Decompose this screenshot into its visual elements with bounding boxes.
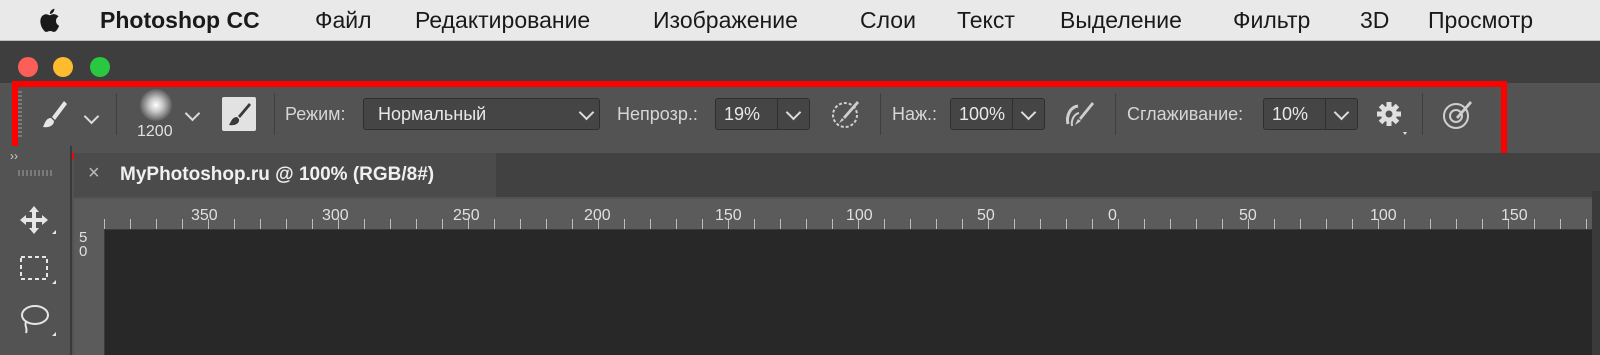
ruler-corner[interactable] [74,199,104,229]
collapse-panel-icon[interactable]: ›› [10,149,18,163]
move-tool-icon[interactable] [18,204,58,238]
ruler-label: 0 [79,243,88,260]
document-canvas[interactable] [105,230,1600,355]
marquee-tool-icon[interactable] [18,254,58,288]
tools-panel: ›› [0,146,72,355]
menu-app-name[interactable]: Photoshop CC [100,7,260,34]
close-window-button[interactable] [18,57,38,77]
close-tab-icon[interactable]: × [88,162,100,185]
document-tab-bar: × MyPhotoshop.ru @ 100% (RGB/8#) [74,153,1600,197]
menu-layers[interactable]: Слои [860,7,916,34]
vertical-scrollbar[interactable] [1592,191,1600,355]
options-bar-highlight [12,81,1507,159]
menu-type[interactable]: Текст [957,7,1015,34]
document-tab-title: MyPhotoshop.ru @ 100% (RGB/8#) [120,164,435,185]
window-titlebar [0,41,1600,83]
ruler-label: 300 [322,207,349,224]
ruler-label: 350 [191,207,218,224]
horizontal-ruler[interactable]: 350 300 250 200 150 100 50 0 50 100 150 [74,199,1600,230]
menu-bar: Photoshop CC Файл Редактирование Изображ… [0,0,1600,41]
menu-view[interactable]: Просмотр [1428,7,1533,34]
ruler-label: 100 [846,207,873,224]
ruler-label: 0 [1108,207,1117,224]
ruler-label: 250 [453,207,480,224]
menu-select[interactable]: Выделение [1060,7,1182,34]
vertical-ruler[interactable]: 5 0 [74,229,105,355]
zoom-window-button[interactable] [90,57,110,77]
panel-grip[interactable] [18,170,54,176]
minimize-window-button[interactable] [53,57,73,77]
ruler-label: 150 [715,207,742,224]
apple-logo-icon[interactable] [36,6,66,34]
ruler-label: 150 [1501,207,1528,224]
ruler-label: 100 [1370,207,1397,224]
lasso-tool-icon[interactable] [18,302,58,342]
menu-image[interactable]: Изображение [653,7,798,34]
photoshop-window: 1200 Режим: Нормальный Непрозр.: 19% Наж… [0,41,1600,355]
document-tab[interactable]: × MyPhotoshop.ru @ 100% (RGB/8#) [74,153,496,197]
ruler-label: 50 [977,207,995,224]
ruler-label: 50 [1239,207,1257,224]
menu-file[interactable]: Файл [315,7,372,34]
menu-3d[interactable]: 3D [1360,7,1389,34]
menu-filter[interactable]: Фильтр [1233,7,1310,34]
ruler-label: 200 [584,207,611,224]
menu-edit[interactable]: Редактирование [415,7,590,34]
